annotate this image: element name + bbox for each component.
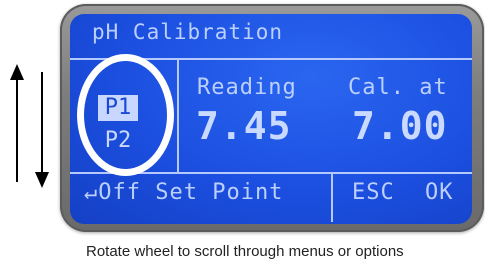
set-point-option[interactable]: ↵Off Set Point	[84, 180, 283, 205]
screen-title: pH Calibration	[92, 20, 284, 44]
reading-value: 7.45	[196, 104, 292, 148]
footer-column-divider	[331, 174, 333, 222]
highlight-circle	[77, 54, 174, 176]
preset-column-divider	[177, 60, 179, 172]
ok-button[interactable]: OK	[425, 180, 454, 205]
cal-at-value: 7.00	[352, 104, 448, 148]
cal-at-label: Cal. at	[348, 75, 448, 100]
scroll-arrows-icon	[0, 62, 60, 192]
caption-text: Rotate wheel to scroll through menus or …	[86, 243, 404, 260]
esc-button[interactable]: ESC	[352, 180, 395, 205]
reading-label: Reading	[197, 75, 297, 100]
